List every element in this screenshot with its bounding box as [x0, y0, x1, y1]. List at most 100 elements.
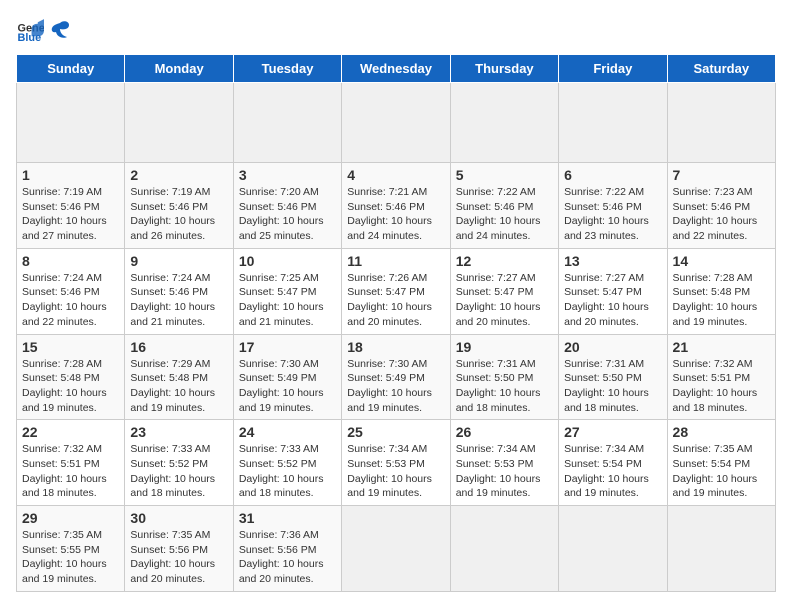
calendar-cell: 25 Sunrise: 7:34 AM Sunset: 5:53 PM Dayl…	[342, 420, 450, 506]
daylight-label: Daylight: 10 hours and 21 minutes.	[130, 301, 215, 328]
sunset-label: Sunset: 5:47 PM	[564, 286, 642, 298]
daylight-label: Daylight: 10 hours and 22 minutes.	[22, 301, 107, 328]
day-number: 6	[564, 167, 661, 183]
calendar-cell: 9 Sunrise: 7:24 AM Sunset: 5:46 PM Dayli…	[125, 248, 233, 334]
calendar-cell: 29 Sunrise: 7:35 AM Sunset: 5:55 PM Dayl…	[17, 506, 125, 592]
sunrise-label: Sunrise: 7:33 AM	[130, 443, 210, 455]
sunrise-label: Sunrise: 7:36 AM	[239, 529, 319, 541]
logo-icon: General Blue	[16, 16, 44, 44]
day-number: 19	[456, 339, 553, 355]
day-detail: Sunrise: 7:33 AM Sunset: 5:52 PM Dayligh…	[130, 442, 227, 501]
calendar-cell: 4 Sunrise: 7:21 AM Sunset: 5:46 PM Dayli…	[342, 163, 450, 249]
calendar-cell: 20 Sunrise: 7:31 AM Sunset: 5:50 PM Dayl…	[559, 334, 667, 420]
sunrise-label: Sunrise: 7:27 AM	[456, 272, 536, 284]
sunrise-label: Sunrise: 7:23 AM	[673, 186, 753, 198]
sunrise-label: Sunrise: 7:25 AM	[239, 272, 319, 284]
daylight-label: Daylight: 10 hours and 20 minutes.	[347, 301, 432, 328]
day-detail: Sunrise: 7:33 AM Sunset: 5:52 PM Dayligh…	[239, 442, 336, 501]
day-number: 21	[673, 339, 770, 355]
sunrise-label: Sunrise: 7:34 AM	[564, 443, 644, 455]
day-number: 24	[239, 424, 336, 440]
sunset-label: Sunset: 5:46 PM	[239, 201, 317, 213]
calendar-cell	[17, 83, 125, 163]
day-detail: Sunrise: 7:28 AM Sunset: 5:48 PM Dayligh…	[673, 271, 770, 330]
day-detail: Sunrise: 7:20 AM Sunset: 5:46 PM Dayligh…	[239, 185, 336, 244]
sunrise-label: Sunrise: 7:34 AM	[347, 443, 427, 455]
sunrise-label: Sunrise: 7:31 AM	[564, 358, 644, 370]
day-detail: Sunrise: 7:22 AM Sunset: 5:46 PM Dayligh…	[564, 185, 661, 244]
day-number: 9	[130, 253, 227, 269]
day-number: 28	[673, 424, 770, 440]
sunset-label: Sunset: 5:49 PM	[239, 372, 317, 384]
daylight-label: Daylight: 10 hours and 19 minutes.	[130, 387, 215, 414]
day-detail: Sunrise: 7:30 AM Sunset: 5:49 PM Dayligh…	[347, 357, 444, 416]
calendar-header-row: SundayMondayTuesdayWednesdayThursdayFrid…	[17, 55, 776, 83]
day-detail: Sunrise: 7:22 AM Sunset: 5:46 PM Dayligh…	[456, 185, 553, 244]
calendar-cell: 2 Sunrise: 7:19 AM Sunset: 5:46 PM Dayli…	[125, 163, 233, 249]
sunset-label: Sunset: 5:53 PM	[456, 458, 534, 470]
day-detail: Sunrise: 7:32 AM Sunset: 5:51 PM Dayligh…	[22, 442, 119, 501]
day-number: 15	[22, 339, 119, 355]
sunrise-label: Sunrise: 7:35 AM	[673, 443, 753, 455]
col-header-wednesday: Wednesday	[342, 55, 450, 83]
col-header-thursday: Thursday	[450, 55, 558, 83]
day-number: 25	[347, 424, 444, 440]
sunrise-label: Sunrise: 7:29 AM	[130, 358, 210, 370]
sunrise-label: Sunrise: 7:33 AM	[239, 443, 319, 455]
sunrise-label: Sunrise: 7:34 AM	[456, 443, 536, 455]
calendar-cell: 10 Sunrise: 7:25 AM Sunset: 5:47 PM Dayl…	[233, 248, 341, 334]
daylight-label: Daylight: 10 hours and 20 minutes.	[239, 558, 324, 585]
daylight-label: Daylight: 10 hours and 19 minutes.	[673, 473, 758, 500]
sunset-label: Sunset: 5:46 PM	[456, 201, 534, 213]
sunset-label: Sunset: 5:56 PM	[239, 544, 317, 556]
calendar-cell	[559, 83, 667, 163]
calendar-cell	[667, 506, 775, 592]
daylight-label: Daylight: 10 hours and 19 minutes.	[347, 387, 432, 414]
day-detail: Sunrise: 7:23 AM Sunset: 5:46 PM Dayligh…	[673, 185, 770, 244]
calendar-cell	[450, 83, 558, 163]
day-detail: Sunrise: 7:29 AM Sunset: 5:48 PM Dayligh…	[130, 357, 227, 416]
sunset-label: Sunset: 5:46 PM	[564, 201, 642, 213]
day-detail: Sunrise: 7:25 AM Sunset: 5:47 PM Dayligh…	[239, 271, 336, 330]
day-number: 31	[239, 510, 336, 526]
sunrise-label: Sunrise: 7:32 AM	[22, 443, 102, 455]
calendar-cell: 3 Sunrise: 7:20 AM Sunset: 5:46 PM Dayli…	[233, 163, 341, 249]
day-number: 12	[456, 253, 553, 269]
day-detail: Sunrise: 7:27 AM Sunset: 5:47 PM Dayligh…	[456, 271, 553, 330]
sunset-label: Sunset: 5:47 PM	[456, 286, 534, 298]
day-number: 10	[239, 253, 336, 269]
sunset-label: Sunset: 5:50 PM	[564, 372, 642, 384]
calendar-cell: 6 Sunrise: 7:22 AM Sunset: 5:46 PM Dayli…	[559, 163, 667, 249]
col-header-saturday: Saturday	[667, 55, 775, 83]
col-header-tuesday: Tuesday	[233, 55, 341, 83]
calendar-cell: 17 Sunrise: 7:30 AM Sunset: 5:49 PM Dayl…	[233, 334, 341, 420]
day-detail: Sunrise: 7:34 AM Sunset: 5:54 PM Dayligh…	[564, 442, 661, 501]
day-detail: Sunrise: 7:35 AM Sunset: 5:55 PM Dayligh…	[22, 528, 119, 587]
day-detail: Sunrise: 7:35 AM Sunset: 5:54 PM Dayligh…	[673, 442, 770, 501]
col-header-friday: Friday	[559, 55, 667, 83]
daylight-label: Daylight: 10 hours and 19 minutes.	[22, 387, 107, 414]
calendar-cell: 14 Sunrise: 7:28 AM Sunset: 5:48 PM Dayl…	[667, 248, 775, 334]
page-header: General Blue	[16, 16, 776, 44]
daylight-label: Daylight: 10 hours and 19 minutes.	[22, 558, 107, 585]
day-detail: Sunrise: 7:19 AM Sunset: 5:46 PM Dayligh…	[130, 185, 227, 244]
day-number: 7	[673, 167, 770, 183]
sunset-label: Sunset: 5:52 PM	[130, 458, 208, 470]
day-detail: Sunrise: 7:24 AM Sunset: 5:46 PM Dayligh…	[130, 271, 227, 330]
day-detail: Sunrise: 7:32 AM Sunset: 5:51 PM Dayligh…	[673, 357, 770, 416]
daylight-label: Daylight: 10 hours and 20 minutes.	[456, 301, 541, 328]
sunrise-label: Sunrise: 7:24 AM	[22, 272, 102, 284]
calendar-cell: 18 Sunrise: 7:30 AM Sunset: 5:49 PM Dayl…	[342, 334, 450, 420]
calendar-table: SundayMondayTuesdayWednesdayThursdayFrid…	[16, 54, 776, 592]
calendar-week-row: 29 Sunrise: 7:35 AM Sunset: 5:55 PM Dayl…	[17, 506, 776, 592]
day-number: 2	[130, 167, 227, 183]
day-detail: Sunrise: 7:35 AM Sunset: 5:56 PM Dayligh…	[130, 528, 227, 587]
calendar-cell: 19 Sunrise: 7:31 AM Sunset: 5:50 PM Dayl…	[450, 334, 558, 420]
day-detail: Sunrise: 7:19 AM Sunset: 5:46 PM Dayligh…	[22, 185, 119, 244]
sunset-label: Sunset: 5:47 PM	[347, 286, 425, 298]
sunset-label: Sunset: 5:52 PM	[239, 458, 317, 470]
sunset-label: Sunset: 5:48 PM	[22, 372, 100, 384]
calendar-cell: 30 Sunrise: 7:35 AM Sunset: 5:56 PM Dayl…	[125, 506, 233, 592]
day-detail: Sunrise: 7:24 AM Sunset: 5:46 PM Dayligh…	[22, 271, 119, 330]
calendar-cell: 8 Sunrise: 7:24 AM Sunset: 5:46 PM Dayli…	[17, 248, 125, 334]
